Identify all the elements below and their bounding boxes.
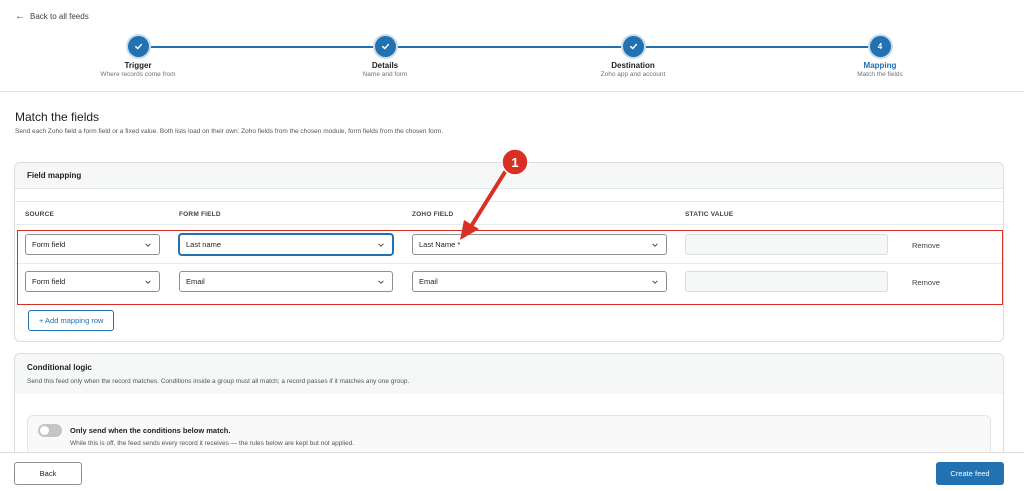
field-mapping-title: Field mapping (15, 163, 1003, 189)
step-subtitle: Where records come from (100, 71, 176, 78)
back-to-feeds-link[interactable]: ← Back to all feeds (15, 10, 89, 22)
step-title: Mapping (863, 61, 897, 70)
conditional-toggle-switch[interactable] (38, 424, 62, 437)
step-title: Destination (611, 61, 655, 70)
annotation-highlight-box (17, 230, 1003, 305)
column-header-zoho-field: ZOHO FIELD (412, 211, 454, 218)
column-header-static-value: STATIC VALUE (685, 211, 734, 218)
table-header-divider (15, 224, 1003, 225)
conditional-logic-description: Send this feed only when the record matc… (27, 378, 410, 385)
page-title: Match the fields (15, 110, 100, 124)
conditional-logic-header: Conditional logic Send this feed only wh… (15, 354, 1003, 394)
create-feed-button[interactable]: Create feed (936, 462, 1004, 485)
conditional-toggle-help: While this is off, the feed sends every … (70, 440, 355, 447)
check-icon (374, 36, 396, 57)
step-subtitle: Zoho app and account (600, 71, 666, 78)
check-icon (127, 36, 149, 57)
step-details: Details Name and form (315, 36, 455, 78)
step-title: Trigger (124, 61, 152, 70)
step-trigger: Trigger Where records come from (68, 36, 208, 78)
header-divider (0, 91, 1024, 92)
step-subtitle: Match the fields (857, 71, 903, 78)
footer-bar: Back Create feed (0, 452, 1024, 491)
step-title: Details (371, 61, 399, 70)
conditional-logic-card: Conditional logic Send this feed only wh… (14, 353, 1004, 463)
step-subtitle: Name and form (362, 71, 408, 78)
conditional-logic-title: Conditional logic (27, 363, 92, 372)
step-destination: Destination Zoho app and account (563, 36, 703, 78)
column-header-form-field: FORM FIELD (179, 211, 221, 218)
toggle-knob (40, 426, 49, 435)
check-icon (622, 36, 644, 57)
arrow-left-icon: ← (15, 10, 25, 22)
step-mapping: 4 Mapping Match the fields (810, 36, 950, 78)
back-to-feeds-label: Back to all feeds (30, 12, 89, 21)
add-mapping-row-button[interactable]: + Add mapping row (28, 310, 115, 331)
table-header-divider (15, 201, 1003, 202)
conditional-toggle-label: Only send when the conditions below matc… (70, 426, 231, 435)
step-number-badge: 4 (869, 36, 891, 57)
page-description: Send each Zoho field a form field or a f… (15, 128, 444, 135)
field-mapping-card: Field mapping SOURCE FORM FIELD ZOHO FIE… (14, 162, 1004, 342)
column-header-source: SOURCE (25, 211, 55, 218)
step-connector-line (148, 46, 885, 48)
progress-stepper: Trigger Where records come from Details … (0, 36, 1024, 86)
back-button[interactable]: Back (14, 462, 82, 485)
